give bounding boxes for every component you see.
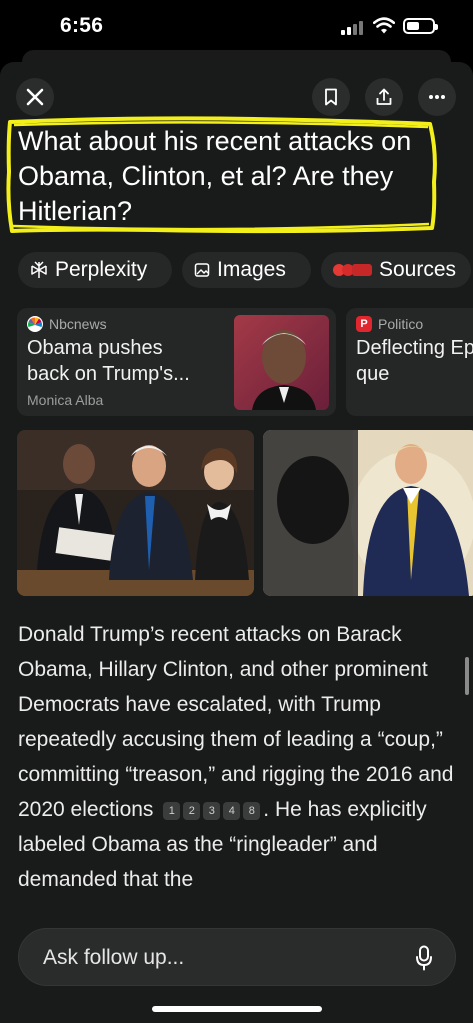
answer-text: Donald Trump’s recent attacks on Barack … <box>18 617 458 897</box>
source-publisher: Nbcnews <box>27 316 107 332</box>
citation-badge[interactable]: 1 <box>163 802 181 820</box>
photo-trump-oval-office[interactable] <box>263 430 473 596</box>
more-icon <box>429 95 445 99</box>
status-bar: 6:56 <box>0 0 473 56</box>
close-icon <box>26 88 44 106</box>
battery-icon <box>403 18 438 34</box>
publisher-name: Politico <box>378 316 424 332</box>
tab-perplexity-label: Perplexity <box>55 258 148 281</box>
more-button[interactable] <box>418 78 456 116</box>
citation-badge[interactable]: 4 <box>223 802 241 820</box>
scrollbar[interactable] <box>465 657 469 695</box>
image-icon <box>194 263 210 277</box>
photo-obama-trump[interactable] <box>17 430 254 596</box>
sources-favicons <box>333 264 372 276</box>
answer-paragraph: Donald Trump’s recent attacks on Barack … <box>18 623 454 821</box>
microphone-icon[interactable] <box>415 945 433 971</box>
citation-badge[interactable]: 3 <box>203 802 221 820</box>
bookmark-button[interactable] <box>312 78 350 116</box>
question-title: What about his recent attacks on Obama, … <box>18 126 412 226</box>
tab-images-label: Images <box>217 258 286 281</box>
nbc-peacock-icon <box>27 316 43 332</box>
tab-perplexity[interactable]: Perplexity <box>18 252 172 288</box>
source-card-nbcnews[interactable]: Nbcnews Obama pushes back on Trump's... … <box>17 308 336 416</box>
citation-badge[interactable]: 8 <box>243 802 261 820</box>
perplexity-icon <box>31 261 47 278</box>
citation-badge[interactable]: 2 <box>183 802 201 820</box>
share-button[interactable] <box>365 78 403 116</box>
source-author: Monica Alba <box>27 392 104 408</box>
home-indicator[interactable] <box>152 1006 322 1012</box>
tab-images[interactable]: Images <box>182 252 311 288</box>
answer-sheet: What about his recent attacks on Obama, … <box>0 62 473 1023</box>
tab-sources[interactable]: Sources <box>321 252 471 288</box>
result-tabs: Perplexity Images Sources <box>18 252 471 288</box>
share-icon <box>376 88 392 105</box>
news-thumbnail-image <box>234 315 329 410</box>
status-time: 6:56 <box>60 14 104 37</box>
wifi-icon <box>373 17 395 34</box>
source-title: Obama pushes back on Trump's... <box>27 337 190 385</box>
source-title: Deflecting Epstein que <box>356 337 473 385</box>
source-card-politico[interactable]: P Politico Deflecting Epstein que <box>346 308 473 416</box>
politico-icon: P <box>356 316 372 332</box>
follow-up-input[interactable]: Ask follow up... <box>18 928 456 986</box>
publisher-name: Nbcnews <box>49 316 107 332</box>
close-button[interactable] <box>16 78 54 116</box>
follow-up-placeholder: Ask follow up... <box>43 946 185 969</box>
source-publisher: P Politico <box>356 316 423 332</box>
bookmark-icon <box>325 88 337 106</box>
cnn-favicon-icon <box>352 264 372 276</box>
citation-group: 12348 <box>163 798 263 821</box>
tab-sources-label: Sources <box>379 258 457 281</box>
signal-icon <box>341 21 365 35</box>
